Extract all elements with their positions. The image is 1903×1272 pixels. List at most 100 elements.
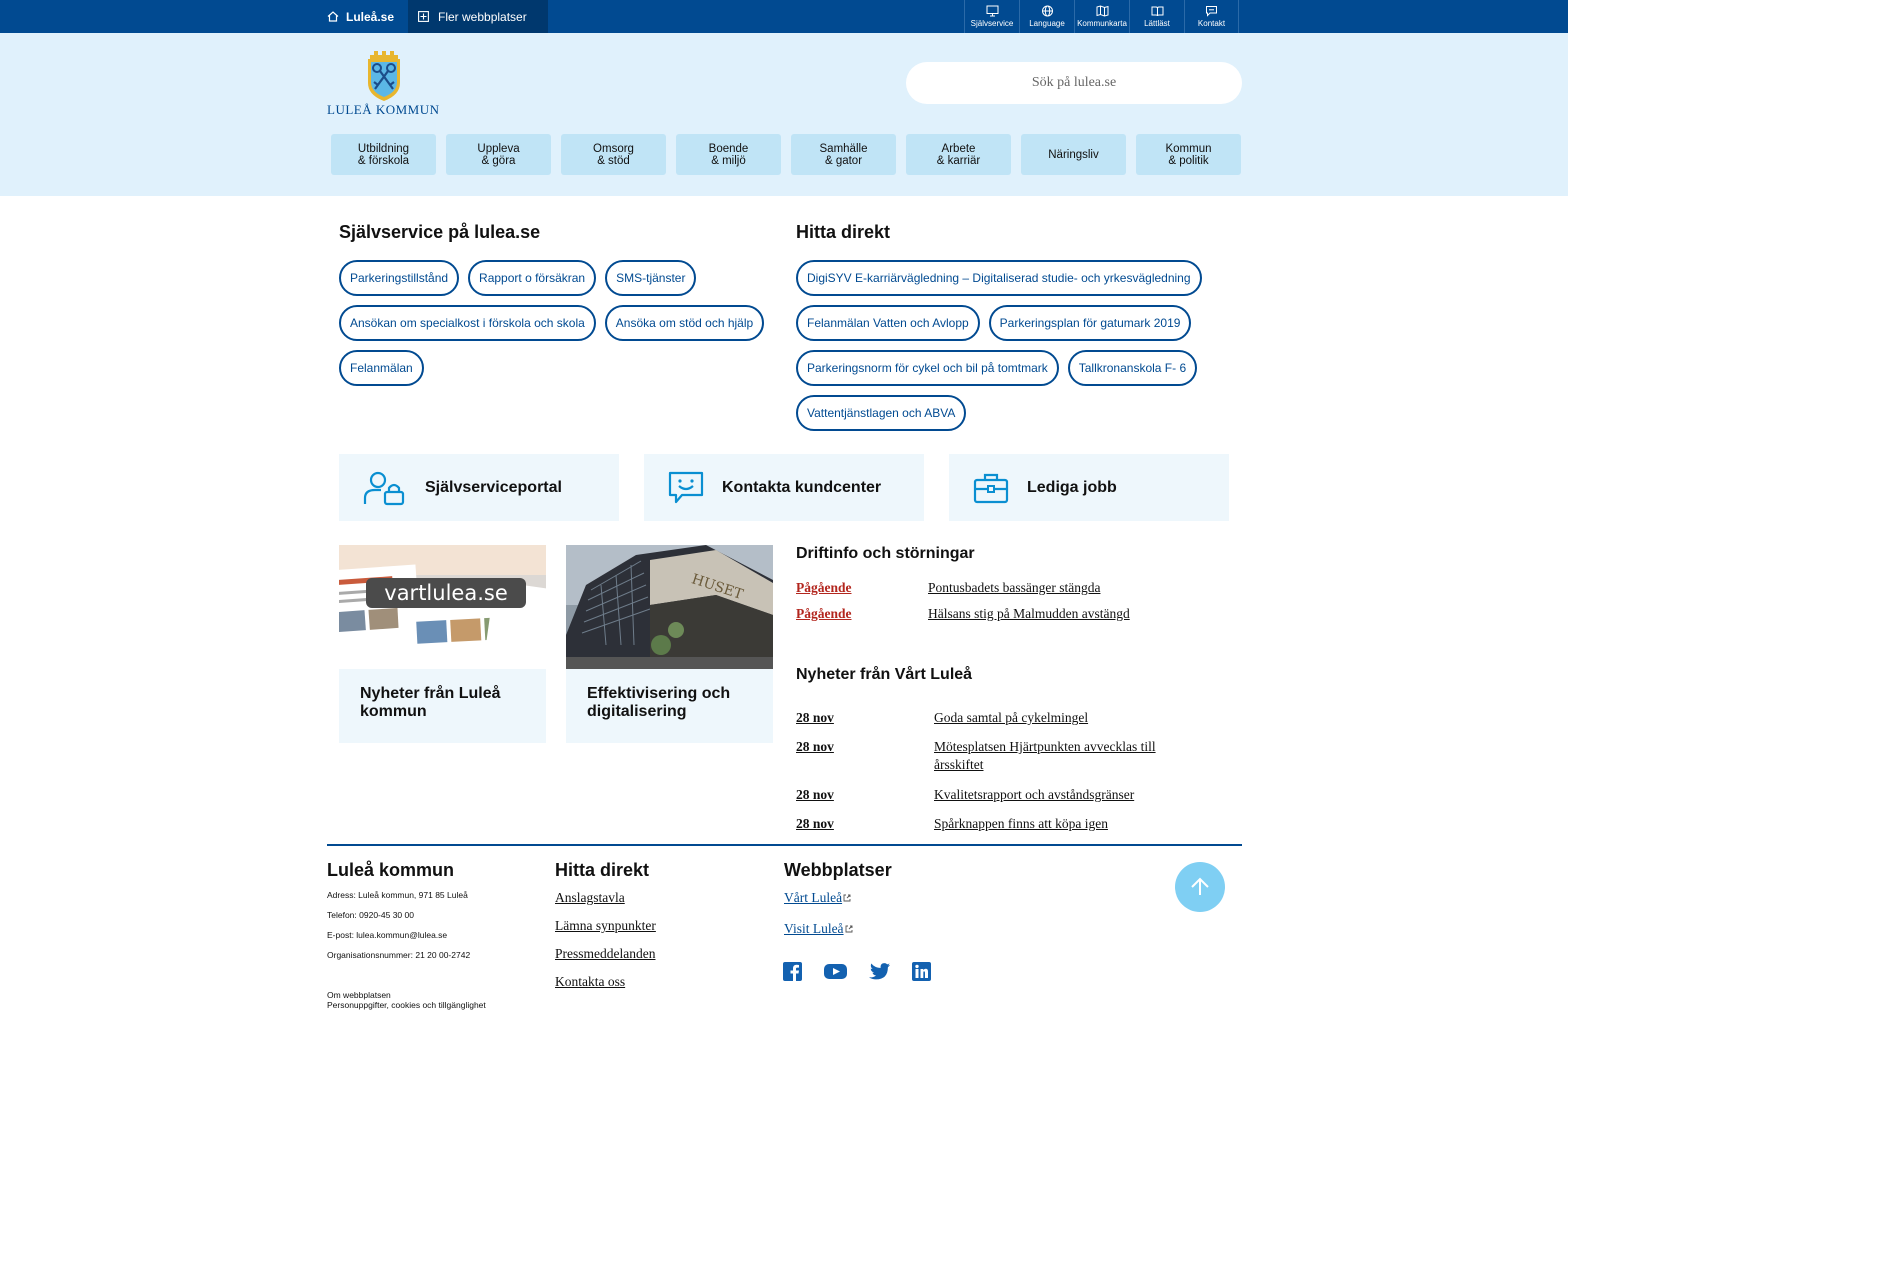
footer-org-heading: Luleå kommun [327,860,455,880]
selfservice-link[interactable]: Ansöka om stöd och hjälp [604,305,765,341]
selfservice-link[interactable]: Ansökan om specialkost i förskola och sk… [339,305,596,341]
card-label: Kontakta kundcenter [722,478,882,496]
more-sites-button[interactable]: Fler webbplatser [408,0,548,33]
site-header: LULEÅ KOMMUN Utbildning & förskola Upple… [0,33,1568,196]
tool-language[interactable]: Language [1019,0,1074,33]
search-input[interactable] [906,62,1242,104]
news-item[interactable]: 28 nov Goda samtal på cykelmingel [796,709,1194,727]
tool-label: Självservice [970,19,1014,28]
tile-effektivisering[interactable]: HUSET Effektivisering och digitalisering [566,545,773,743]
tile-title: Effektivisering och digitalisering [587,685,731,720]
nav-arbete[interactable]: Arbete & karriär [906,134,1011,175]
map-icon [1096,5,1108,17]
tool-label: Language [1029,19,1065,28]
external-link-icon [843,894,851,902]
nav-utbildning[interactable]: Utbildning & förskola [331,134,436,175]
footer-about-link[interactable]: Om webbplatsen [327,990,391,1000]
status-badge: Pågående [796,606,852,621]
coat-of-arms-icon [368,51,400,101]
tile-image-text: vartlulea.se [384,581,507,605]
selfservice-heading: Självservice på lulea.se [339,222,541,242]
home-link[interactable]: Luleå.se [316,0,408,33]
nav-samhalle[interactable]: Samhälle & gator [791,134,896,175]
footer-link[interactable]: Lämna synpunkter [555,918,656,934]
footer-site-link[interactable]: Vårt Luleå [784,890,851,906]
direct-links: DigiSYV E-karriärvägledning – Digitalise… [796,260,1236,431]
tile-image: HUSET [566,545,773,669]
footer-site-link[interactable]: Visit Luleå [784,921,853,937]
footer-address: Adress: Luleå kommun, 971 85 Luleå [327,890,468,900]
status-badge: Pågående [796,580,852,595]
news-text: Spårknappen finns att köpa igen [934,816,1108,831]
nav-uppleva[interactable]: Uppleva & göra [446,134,551,175]
book-icon [1151,6,1163,17]
nav-kommun[interactable]: Kommun & politik [1136,134,1241,175]
tool-kontakt[interactable]: Kontakt [1184,0,1239,33]
direct-link[interactable]: Felanmälan Vatten och Avlopp [796,305,980,341]
driftinfo-item[interactable]: Pågående Pontusbadets bassänger stängda [796,580,1100,596]
logo-text: LULEÅ KOMMUN [327,102,440,117]
chat-smile-icon [668,471,704,503]
news-date: 28 nov [796,787,834,802]
direct-link[interactable]: Vattentjänstlagen och ABVA [796,395,967,431]
youtube-icon[interactable] [824,962,847,981]
footer-direct-heading: Hitta direkt [555,860,650,880]
direct-link[interactable]: Parkeringsplan för gatumark 2019 [988,305,1192,341]
footer-link[interactable]: Pressmeddelanden [555,946,655,962]
nav-omsorg[interactable]: Omsorg & stöd [561,134,666,175]
selfservice-link[interactable]: Rapport o försäkran [468,260,597,296]
footer-link[interactable]: Anslagstavla [555,890,625,906]
nav-boende[interactable]: Boende & miljö [676,134,781,175]
footer-orgnr: Organisationsnummer: 21 20 00-2742 [327,950,471,960]
twitter-icon[interactable] [869,962,890,981]
news-text: Kvalitetsrapport och avståndsgränser [934,787,1135,802]
briefcase-icon [973,473,1009,503]
direct-link[interactable]: Tallkronanskola F- 6 [1067,350,1198,386]
selfservice-link[interactable]: Felanmälan [339,350,424,386]
nav-naringsliv[interactable]: Näringsliv [1021,134,1126,175]
card-label: Självserviceportal [425,478,562,496]
direct-link[interactable]: DigiSYV E-karriärvägledning – Digitalise… [796,260,1202,296]
facebook-icon[interactable] [783,962,802,981]
tool-sjalvservice[interactable]: Självservice [964,0,1019,33]
tool-lattlast[interactable]: Lättläst [1129,0,1184,33]
card-label: Lediga jobb [1027,478,1117,496]
site-logo[interactable]: LULEÅ KOMMUN [327,47,445,119]
home-link-label: Luleå.se [346,9,395,24]
tool-label: Kommunkarta [1077,19,1127,28]
external-link-icon [845,925,853,933]
news-heading: Nyheter från Vårt Luleå [796,666,973,683]
tool-kommunkarta[interactable]: Kommunkarta [1074,0,1129,33]
linkedin-icon[interactable] [912,962,931,981]
main-navigation: Utbildning & förskola Uppleva & göra Oms… [331,134,1241,175]
footer-divider [327,844,1242,846]
news-date: 28 nov [796,816,834,831]
tile-image: vartlulea.se [339,545,546,669]
more-sites-label: Fler webbplatser [438,9,527,24]
footer-phone: Telefon: 0920-45 30 00 [327,910,414,920]
footer-site-label: Visit Luleå [784,921,844,936]
chat-icon [1206,6,1217,17]
news-item[interactable]: 28 nov Mötesplatsen Hjärtpunkten avveckl… [796,738,1194,774]
card-sjalvserviceportal[interactable]: Självserviceportal [339,454,619,521]
card-kundcenter[interactable]: Kontakta kundcenter [644,454,924,521]
driftinfo-item[interactable]: Pågående Hälsans stig på Malmudden avstä… [796,606,1130,622]
tools-menu: Självservice Language Kommunkarta Lättlä… [964,0,1239,33]
user-lock-icon [363,471,405,505]
driftinfo-heading: Driftinfo och störningar [796,545,975,562]
tile-nyheter[interactable]: vartlulea.se Nyheter från Luleå kommun [339,545,546,743]
direct-link[interactable]: Parkeringsnorm för cykel och bil på tomt… [796,350,1059,386]
footer-site-label: Vårt Luleå [784,890,843,905]
footer-sites-heading: Webbplatser [784,860,892,880]
selfservice-link[interactable]: SMS-tjänster [605,260,697,296]
tool-label: Kontakt [1197,19,1226,28]
news-item[interactable]: 28 nov Spårknappen finns att köpa igen [796,815,1194,833]
footer-link[interactable]: Kontakta oss [555,974,625,990]
footer-privacy-link[interactable]: Personuppgifter, cookies och tillgänglig… [327,1000,486,1010]
card-lediga-jobb[interactable]: Lediga jobb [949,454,1229,521]
monitor-icon [986,5,998,17]
news-date: 28 nov [796,710,834,725]
news-item[interactable]: 28 nov Kvalitetsrapport och avståndsgrän… [796,786,1194,804]
selfservice-link[interactable]: Parkeringstillstånd [339,260,460,296]
back-to-top-button[interactable] [1175,862,1225,912]
